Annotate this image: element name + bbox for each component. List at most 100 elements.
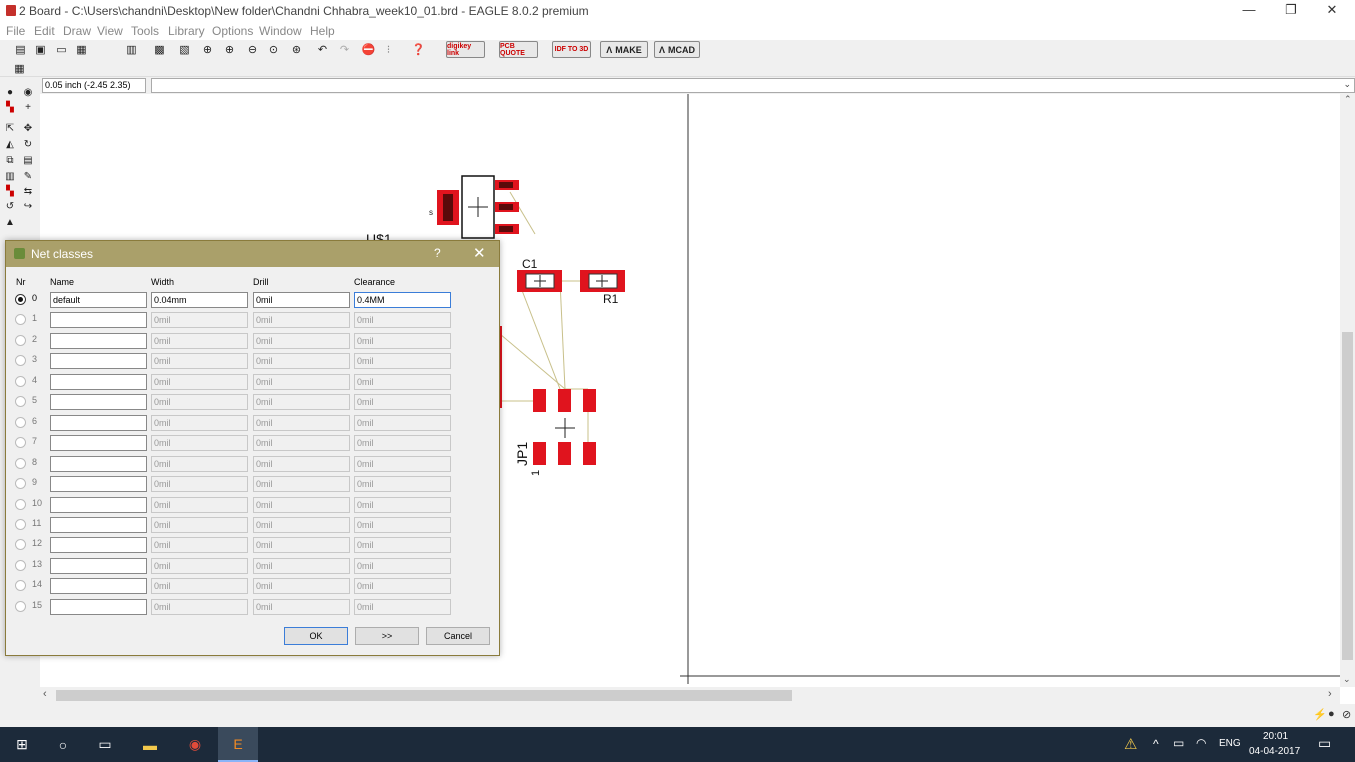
vertical-scrollbar[interactable]: ⌃ ⌄ bbox=[1340, 94, 1355, 687]
net-class-width-field[interactable]: 0mil bbox=[151, 332, 248, 349]
net-class-width-field[interactable]: 0mil bbox=[151, 516, 248, 533]
net-class-clearance-field[interactable]: 0.4MM bbox=[354, 292, 451, 308]
net-class-name-field[interactable] bbox=[50, 373, 147, 390]
net-class-radio[interactable] bbox=[15, 416, 26, 428]
language-indicator[interactable]: ENG bbox=[1219, 738, 1241, 749]
optimize-icon[interactable]: ↪ bbox=[21, 200, 35, 214]
close-button[interactable]: ✕ bbox=[1309, 0, 1355, 22]
info-icon[interactable]: ● bbox=[3, 86, 17, 100]
net-class-width-field[interactable]: 0mil bbox=[151, 537, 248, 554]
net-class-radio[interactable] bbox=[15, 314, 26, 326]
pcb-quote-button[interactable]: PCB QUOTE bbox=[499, 41, 538, 58]
minimize-button[interactable]: — bbox=[1226, 0, 1272, 22]
eagle-taskbar-icon[interactable]: E bbox=[218, 727, 258, 762]
net-class-clearance-field[interactable]: 0mil bbox=[354, 373, 451, 390]
net-class-width-field[interactable]: 0.04mm bbox=[151, 292, 248, 308]
zoom-in-icon[interactable]: ⊕ bbox=[222, 42, 237, 57]
net-class-radio[interactable] bbox=[15, 396, 26, 408]
net-class-name-field[interactable] bbox=[50, 435, 147, 452]
paste-icon[interactable]: ▤ bbox=[21, 154, 35, 168]
net-class-name-field[interactable] bbox=[50, 516, 147, 533]
display-icon[interactable]: ▚ bbox=[3, 101, 17, 115]
zoom-fit-icon[interactable]: ⊕ bbox=[200, 42, 215, 57]
net-class-width-field[interactable]: 0mil bbox=[151, 557, 248, 574]
net-class-radio[interactable] bbox=[15, 498, 26, 510]
menu-library[interactable]: Library bbox=[168, 24, 205, 38]
net-class-radio[interactable] bbox=[15, 457, 26, 469]
net-class-name-field[interactable] bbox=[50, 455, 147, 472]
net-class-name-field[interactable] bbox=[50, 557, 147, 574]
net-class-radio[interactable] bbox=[15, 559, 26, 571]
move-icon[interactable]: ⇱ bbox=[3, 122, 17, 136]
save-icon[interactable]: ▣ bbox=[33, 42, 48, 57]
net-class-width-field[interactable]: 0mil bbox=[151, 394, 248, 411]
dialog-close-button[interactable]: ✕ bbox=[473, 244, 486, 262]
menu-options[interactable]: Options bbox=[212, 24, 253, 38]
cortana-search-icon[interactable]: ○ bbox=[43, 727, 83, 762]
chrome-icon[interactable]: ◉ bbox=[175, 727, 215, 762]
horizontal-scrollbar[interactable]: ‹ › bbox=[40, 687, 1340, 704]
net-class-clearance-field[interactable]: 0mil bbox=[354, 537, 451, 554]
open-icon[interactable]: ▤ bbox=[13, 42, 28, 57]
net-class-width-field[interactable]: 0mil bbox=[151, 435, 248, 452]
replace-icon[interactable]: ⇆ bbox=[21, 185, 35, 199]
net-class-radio[interactable] bbox=[15, 437, 26, 449]
net-class-radio[interactable] bbox=[15, 539, 26, 551]
net-class-radio[interactable] bbox=[15, 478, 26, 490]
net-class-radio[interactable] bbox=[15, 334, 26, 346]
net-class-drill-field[interactable]: 0mil bbox=[253, 496, 350, 513]
net-class-radio[interactable] bbox=[15, 600, 26, 612]
net-class-drill-field[interactable]: 0mil bbox=[253, 578, 350, 595]
net-class-clearance-field[interactable]: 0mil bbox=[354, 414, 451, 431]
command-line-input[interactable]: ⌄ bbox=[151, 78, 1355, 93]
net-class-width-field[interactable]: 0mil bbox=[151, 312, 248, 329]
mcad-button[interactable]: Λ MCAD bbox=[654, 41, 700, 58]
net-class-width-field[interactable]: 0mil bbox=[151, 373, 248, 390]
net-class-width-field[interactable]: 0mil bbox=[151, 598, 248, 615]
clock-date[interactable]: 04-04-2017 bbox=[1249, 746, 1300, 757]
net-class-clearance-field[interactable]: 0mil bbox=[354, 476, 451, 493]
horizontal-scroll-thumb[interactable] bbox=[56, 690, 792, 701]
net-class-radio[interactable] bbox=[15, 580, 26, 592]
delete-icon[interactable]: ▥ bbox=[3, 170, 17, 184]
menu-tools[interactable]: Tools bbox=[131, 24, 159, 38]
net-class-radio[interactable] bbox=[15, 518, 26, 530]
scroll-up-icon[interactable]: ⌃ bbox=[1344, 94, 1352, 105]
net-class-radio[interactable] bbox=[15, 375, 26, 387]
chevron-up-icon[interactable]: ^ bbox=[1153, 737, 1159, 751]
mark-icon[interactable]: + bbox=[21, 101, 35, 115]
net-class-drill-field[interactable]: 0mil bbox=[253, 476, 350, 493]
redo-icon[interactable]: ↷ bbox=[337, 42, 352, 57]
net-class-clearance-field[interactable]: 0mil bbox=[354, 435, 451, 452]
menu-file[interactable]: File bbox=[6, 24, 25, 38]
idf-to-3d-button[interactable]: IDF TO 3D bbox=[552, 41, 591, 58]
lock-icon[interactable]: ▲ bbox=[3, 216, 17, 230]
net-class-drill-field[interactable]: 0mil bbox=[253, 292, 350, 308]
net-class-drill-field[interactable]: 0mil bbox=[253, 455, 350, 472]
clock-time[interactable]: 20:01 bbox=[1263, 731, 1288, 742]
net-class-drill-field[interactable]: 0mil bbox=[253, 435, 350, 452]
net-class-name-field[interactable] bbox=[50, 537, 147, 554]
net-class-drill-field[interactable]: 0mil bbox=[253, 516, 350, 533]
wrench-icon[interactable]: ✎ bbox=[21, 170, 35, 184]
split-icon[interactable]: ↺ bbox=[3, 200, 17, 214]
net-class-width-field[interactable]: 0mil bbox=[151, 353, 248, 370]
net-class-clearance-field[interactable]: 0mil bbox=[354, 394, 451, 411]
net-class-name-field[interactable] bbox=[50, 353, 147, 370]
move-cross-icon[interactable]: ✥ bbox=[21, 122, 35, 136]
net-class-clearance-field[interactable]: 0mil bbox=[354, 332, 451, 349]
undo-icon[interactable]: ↶ bbox=[315, 42, 330, 57]
menu-edit[interactable]: Edit bbox=[34, 24, 55, 38]
mirror-icon[interactable]: ◭ bbox=[3, 138, 17, 152]
more-button[interactable]: >> bbox=[355, 627, 419, 645]
net-class-name-field[interactable] bbox=[50, 476, 147, 493]
net-class-name-field[interactable] bbox=[50, 598, 147, 615]
scroll-left-icon[interactable]: ‹ bbox=[43, 688, 47, 700]
net-class-clearance-field[interactable]: 0mil bbox=[354, 578, 451, 595]
show-icon[interactable]: ◉ bbox=[21, 86, 35, 100]
net-class-clearance-field[interactable]: 0mil bbox=[354, 598, 451, 615]
print-icon[interactable]: ▭ bbox=[54, 42, 69, 57]
scroll-down-icon[interactable]: ⌄ bbox=[1343, 674, 1351, 685]
ulp-icon[interactable]: ▧ bbox=[177, 42, 192, 57]
net-class-clearance-field[interactable]: 0mil bbox=[354, 516, 451, 533]
